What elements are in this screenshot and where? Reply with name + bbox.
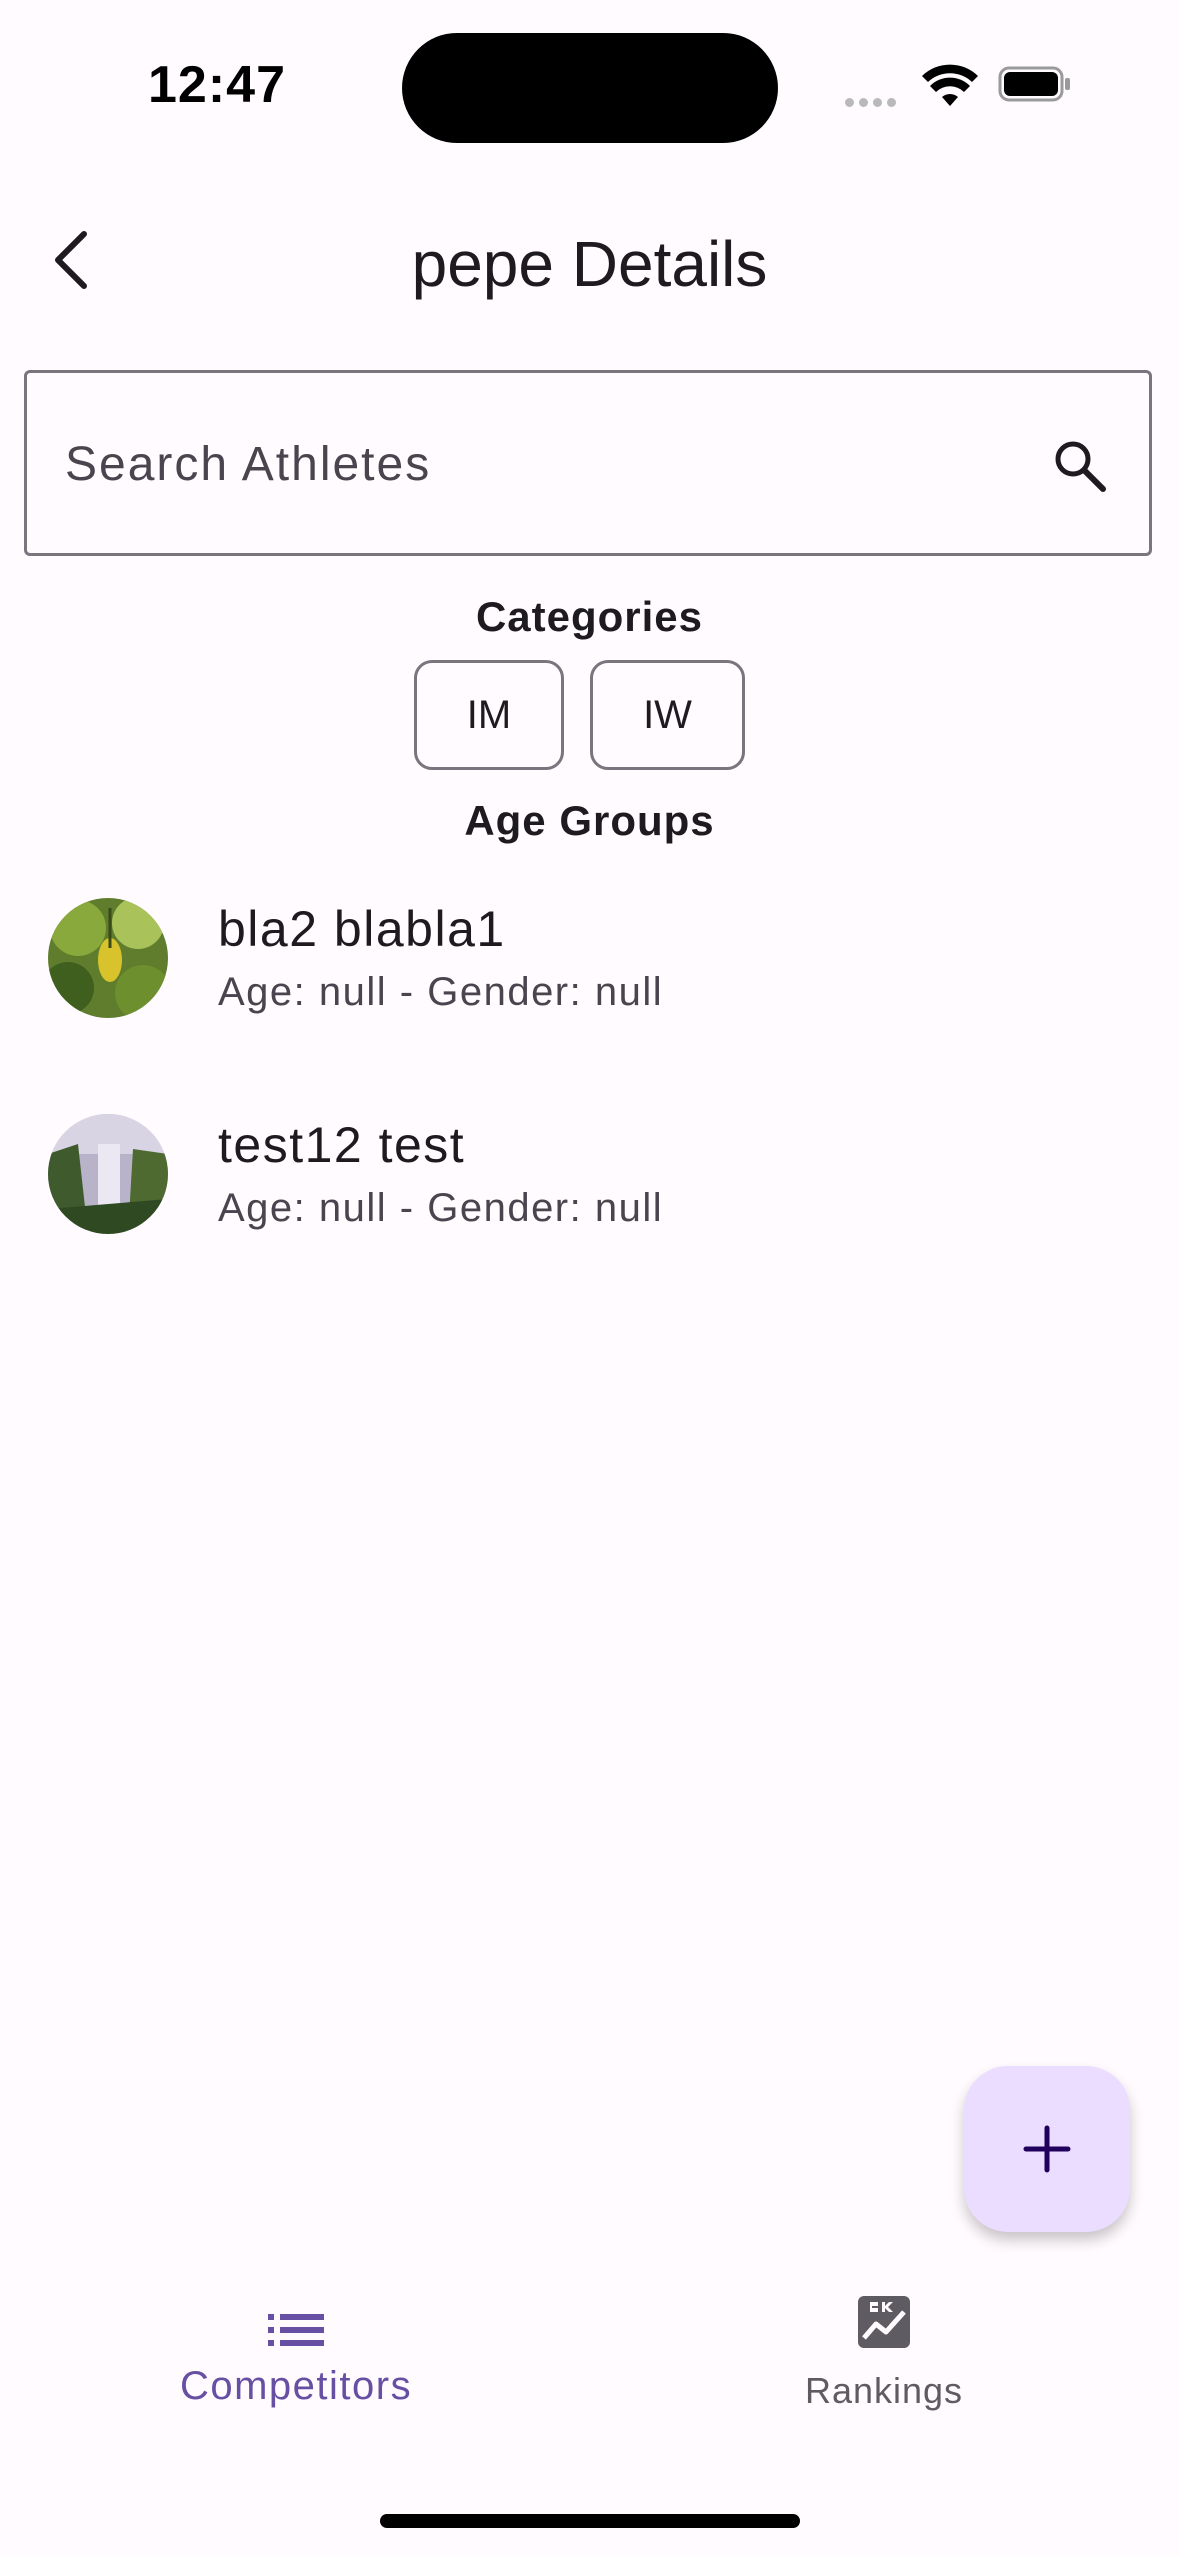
athlete-name: test12 test <box>218 1117 466 1173</box>
nav-item-rankings[interactable]: Rankings <box>684 2270 1084 2412</box>
list-item[interactable]: test12 test Age: null - Gender: null <box>0 1086 1179 1302</box>
status-bar: 12:47 <box>0 0 1179 170</box>
page-title: pepe Details <box>411 228 768 300</box>
battery-icon <box>998 66 1070 102</box>
add-athlete-button[interactable] <box>964 2066 1130 2232</box>
status-time: 12:47 <box>148 56 286 114</box>
athlete-list: bla2 blabla1 Age: null - Gender: null te… <box>0 870 1179 1302</box>
rankings-icon <box>858 2296 910 2348</box>
wifi-icon <box>922 64 978 106</box>
nav-label-competitors: Competitors <box>179 2364 413 2408</box>
list-item[interactable]: bla2 blabla1 Age: null - Gender: null <box>0 870 1179 1086</box>
plus-icon <box>1023 2125 1071 2173</box>
cellular-signal-icon <box>845 94 901 112</box>
age-groups-label: Age Groups <box>464 797 715 844</box>
list-icon <box>268 2314 324 2346</box>
search-input[interactable] <box>63 373 1047 555</box>
search-field[interactable] <box>24 370 1152 556</box>
category-chip-iw[interactable]: IW <box>590 660 745 770</box>
avatar <box>48 898 168 1018</box>
avatar <box>48 1114 168 1234</box>
categories-label: Categories <box>475 593 704 640</box>
search-icon[interactable] <box>1049 435 1109 495</box>
home-indicator <box>380 2514 800 2528</box>
dynamic-island <box>402 33 778 143</box>
athlete-details: Age: null - Gender: null <box>218 970 664 1014</box>
athlete-details: Age: null - Gender: null <box>218 1186 664 1230</box>
bottom-navigation: Competitors Rankings <box>0 2270 1179 2470</box>
athlete-name: bla2 blabla1 <box>218 901 506 957</box>
nav-label-rankings: Rankings <box>804 2370 964 2411</box>
category-chip-im[interactable]: IM <box>414 660 564 770</box>
nav-item-competitors[interactable]: Competitors <box>96 2270 496 2409</box>
category-chips: IM IW <box>0 660 1179 770</box>
app-bar: pepe Details <box>0 200 1179 320</box>
